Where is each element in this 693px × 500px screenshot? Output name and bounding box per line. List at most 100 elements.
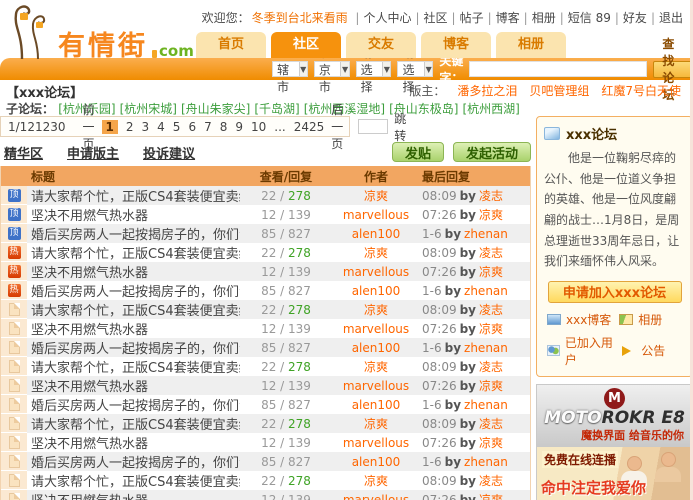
subforum-link[interactable]: [舟山朱家尖] (181, 102, 250, 116)
next-page-link[interactable]: 后一页 (331, 101, 343, 152)
last-reply-author[interactable]: 凌志 (479, 417, 503, 431)
thread-title-link[interactable]: 坚决不用燃气热水器 (31, 437, 148, 452)
author-link[interactable]: marvellous (343, 436, 409, 450)
thread-title-link[interactable]: 请大家帮个忙，正版CS4套装便宜卖给需要的公司和个人 (31, 418, 240, 433)
page-number[interactable]: 9 (235, 120, 243, 134)
last-reply-author[interactable]: zhenan (464, 227, 508, 241)
subforum-link[interactable]: [千岛湖] (254, 102, 299, 116)
last-reply-author[interactable]: 凉爽 (479, 379, 503, 393)
page-number[interactable]: 2425 (294, 120, 325, 134)
page-number[interactable]: 10 (251, 120, 266, 134)
search-forum-button[interactable]: 查找论坛 (653, 37, 693, 102)
thread-title-link[interactable]: 婚后买房两人一起按揭房子的，你们会不会写上老婆的名字？ (31, 342, 240, 357)
last-reply-author[interactable]: 凉爽 (479, 493, 503, 500)
sidebar-link-公告[interactable]: 公告 (619, 334, 682, 368)
last-reply-author[interactable]: zhenan (464, 398, 508, 412)
author-link[interactable]: marvellous (343, 379, 409, 393)
filter-select-2[interactable]: 北京市▼ (313, 46, 350, 94)
filter-select-1[interactable]: 直辖市▼ (272, 46, 308, 94)
topbar-link[interactable]: 短信 89 (568, 11, 611, 25)
subforum-link[interactable]: [杭州宋城] (120, 102, 177, 116)
jump-page-input[interactable] (358, 119, 389, 134)
last-reply-author[interactable]: 凌志 (479, 246, 503, 260)
page-number[interactable]: 1 (101, 119, 118, 134)
thread-title-link[interactable]: 坚决不用燃气热水器 (31, 380, 148, 395)
nav-tab-首页[interactable]: 首页 (196, 32, 266, 58)
nav-tab-交友[interactable]: 交友 (346, 32, 416, 58)
thread-title-link[interactable]: 坚决不用燃气热水器 (31, 266, 148, 281)
sidebar-link-xxx博客[interactable]: xxx博客 (547, 311, 619, 328)
last-reply-author[interactable]: zhenan (464, 284, 508, 298)
moderator-link[interactable]: 贝吧管理组 (529, 84, 589, 98)
author-link[interactable]: 凉爽 (364, 189, 388, 203)
keyword-input[interactable] (469, 61, 648, 77)
topbar-link[interactable]: 退出 (659, 11, 683, 25)
last-reply-author[interactable]: 凌志 (479, 303, 503, 317)
sidebar-link-已加入用户[interactable]: 已加入用户 (547, 334, 619, 368)
author-link[interactable]: marvellous (343, 265, 409, 279)
toolbar-link-申请版主[interactable]: 申请版主 (67, 147, 119, 162)
thread-title-link[interactable]: 婚后买房两人一起按揭房子的，你们会不会写上老婆的名字？ (31, 285, 240, 300)
page-number[interactable]: 7 (204, 120, 212, 134)
page-number[interactable]: 8 (220, 120, 228, 134)
start-activity-button[interactable]: 发起活动 (452, 142, 531, 162)
topbar-link[interactable]: 好友 (623, 11, 647, 25)
username-link[interactable]: 冬季到台北来看雨 (252, 11, 348, 25)
author-link[interactable]: 凉爽 (364, 417, 388, 431)
last-reply-author[interactable]: 凉爽 (479, 436, 503, 450)
sidebar-link-相册[interactable]: 相册 (619, 311, 682, 328)
filter-select-3[interactable]: 请选择▼ (355, 46, 392, 94)
page-number[interactable]: 5 (173, 120, 181, 134)
last-reply-author[interactable]: 凉爽 (479, 265, 503, 279)
page-number[interactable]: 4 (157, 120, 165, 134)
join-forum-button[interactable]: 申请加入xxx论坛 (547, 280, 682, 303)
thread-title-link[interactable]: 婚后买房两人一起按揭房子的，你们会不会写上老婆的名字？ (31, 399, 240, 414)
author-link[interactable]: 凉爽 (364, 246, 388, 260)
topbar-link[interactable]: 帖子 (460, 11, 484, 25)
thread-title-link[interactable]: 请大家帮个忙，正版CS4套装便宜卖给需要的公司和个人 (31, 361, 240, 376)
last-reply-author[interactable]: zhenan (464, 341, 508, 355)
author-link[interactable]: 凉爽 (364, 303, 388, 317)
last-reply-author[interactable]: 凌志 (479, 360, 503, 374)
last-reply-author[interactable]: 凌志 (479, 189, 503, 203)
author-link[interactable]: alen100 (352, 341, 401, 355)
topbar-link[interactable]: 博客 (496, 11, 520, 25)
author-link[interactable]: 凉爽 (364, 360, 388, 374)
author-link[interactable]: alen100 (352, 227, 401, 241)
thread-title-link[interactable]: 请大家帮个忙，正版CS4套装便宜卖给需要的公司和个人 (31, 190, 240, 205)
thread-title-link[interactable]: 坚决不用燃气热水器 (31, 209, 148, 224)
nav-tab-博客[interactable]: 博客 (421, 32, 491, 58)
subforum-link[interactable]: [杭州西湖] (462, 102, 519, 116)
thread-title-link[interactable]: 婚后买房两人一起按揭房子的，你们会不会写上老婆的名字？ (31, 228, 240, 243)
motorola-ad-banner[interactable]: M MOTOROKR E8 魔换界面 给音乐的你 免费在线连播 命中注定我爱你 (536, 383, 693, 500)
thread-title-link[interactable]: 坚决不用燃气热水器 (31, 323, 148, 338)
nav-tab-社区[interactable]: 社区 (271, 32, 341, 58)
topbar-link[interactable]: 相册 (532, 11, 556, 25)
page-number[interactable]: 3 (142, 120, 150, 134)
last-reply-author[interactable]: 凉爽 (479, 322, 503, 336)
author-link[interactable]: marvellous (343, 208, 409, 222)
thread-title-link[interactable]: 请大家帮个忙，正版CS4套装便宜卖给需要的公司和个人 (31, 475, 240, 490)
toolbar-link-精华区[interactable]: 精华区 (4, 147, 43, 162)
filter-select-4[interactable]: 请选择▼ (397, 46, 434, 94)
page-number[interactable]: 2 (126, 120, 134, 134)
last-reply-author[interactable]: 凉爽 (479, 208, 503, 222)
post-button[interactable]: 发贴 (391, 142, 444, 162)
author-link[interactable]: marvellous (343, 493, 409, 500)
last-reply-author[interactable]: zhenan (464, 455, 508, 469)
author-link[interactable]: alen100 (352, 398, 401, 412)
page-number[interactable]: 6 (188, 120, 196, 134)
subforum-link[interactable]: [杭州西溪湿地] (304, 102, 385, 116)
topbar-link[interactable]: 个人中心 (363, 11, 411, 25)
thread-title-link[interactable]: 婚后买房两人一起按揭房子的，你们会不会写上老婆的名字？ (31, 456, 240, 471)
moderator-link[interactable]: 潘多拉之泪 (457, 84, 517, 98)
thread-title-link[interactable]: 请大家帮个忙，正版CS4套装便宜卖给需要的公司和个人 (31, 304, 240, 319)
topbar-link[interactable]: 社区 (424, 11, 448, 25)
thread-title-link[interactable]: 坚决不用燃气热水器 (31, 494, 148, 500)
site-logo[interactable]: 有情街 com (8, 2, 194, 60)
author-link[interactable]: 凉爽 (364, 474, 388, 488)
toolbar-link-投诉建议[interactable]: 投诉建议 (143, 147, 195, 162)
last-reply-author[interactable]: 凌志 (479, 474, 503, 488)
moderator-link[interactable]: 红魔7号白天使 (601, 84, 681, 98)
nav-tab-相册[interactable]: 相册 (496, 32, 566, 58)
